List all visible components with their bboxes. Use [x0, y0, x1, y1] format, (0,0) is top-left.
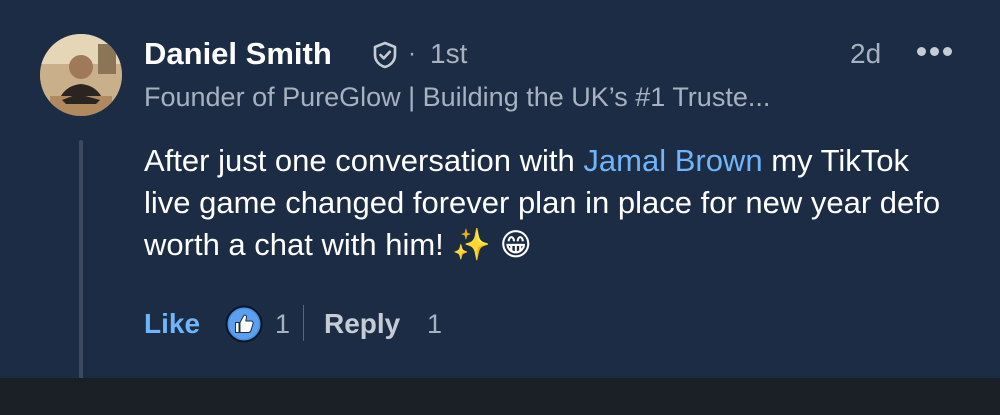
reply-count[interactable]: 1 — [427, 309, 442, 340]
avatar-photo — [40, 34, 122, 116]
like-button[interactable]: Like — [144, 308, 200, 340]
bottom-bar — [0, 378, 1000, 415]
thread-line — [79, 140, 83, 415]
avatar[interactable] — [40, 34, 122, 116]
author-name[interactable]: Daniel Smith — [144, 36, 332, 72]
comment-text: After just one conversation with Jamal B… — [144, 140, 944, 266]
author-headline: Founder of PureGlow | Building the UK’s … — [144, 82, 771, 112]
timestamp: 2d — [850, 38, 882, 69]
comment-text-part: After just one conversation with — [144, 143, 584, 178]
verified-shield-icon — [373, 41, 397, 69]
separator-dot: · — [408, 40, 416, 67]
actions-divider — [303, 305, 304, 341]
connection-degree: 1st — [430, 38, 468, 69]
reply-button[interactable]: Reply — [324, 308, 400, 340]
emoji-group: ✨ 😁 — [452, 227, 532, 262]
thumbs-up-icon — [225, 305, 263, 343]
comment-card: Daniel Smith · 1st 2d Founder of PureGlo… — [0, 0, 1000, 378]
mention-link[interactable]: Jamal Brown — [583, 143, 762, 178]
more-horizontal-icon[interactable] — [915, 45, 955, 59]
like-count[interactable]: 1 — [275, 309, 290, 340]
